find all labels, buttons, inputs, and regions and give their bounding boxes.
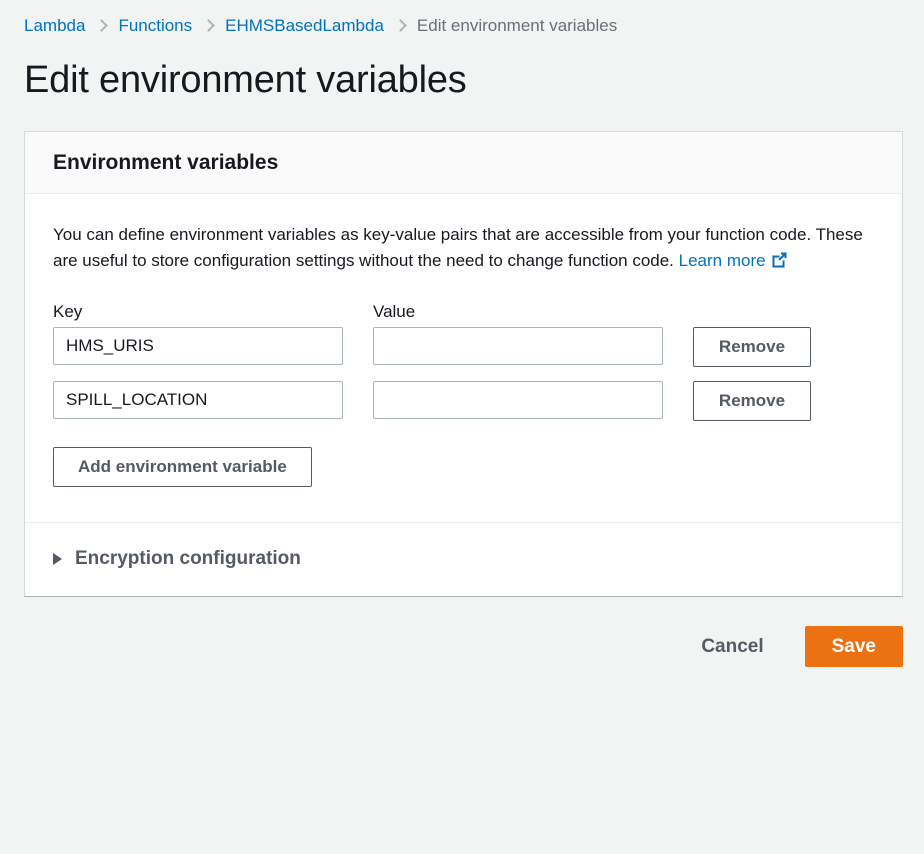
chevron-right-icon — [394, 19, 407, 32]
breadcrumb-item-lambda[interactable]: Lambda — [24, 16, 85, 36]
card-body: You can define environment variables as … — [25, 194, 902, 596]
chevron-right-icon — [96, 19, 109, 32]
learn-more-label: Learn more — [679, 251, 766, 270]
card-header: Environment variables — [25, 132, 902, 194]
encryption-configuration-toggle[interactable]: Encryption configuration — [53, 523, 874, 596]
page-title: Edit environment variables — [24, 58, 924, 102]
add-environment-variable-button[interactable]: Add environment variable — [53, 447, 312, 487]
key-column-label: Key — [53, 302, 373, 322]
remove-button[interactable]: Remove — [693, 327, 811, 367]
environment-variable-row: Remove — [53, 381, 874, 421]
breadcrumb-item-function-name[interactable]: EHMSBasedLambda — [225, 16, 384, 36]
environment-variables-card: Environment variables You can define env… — [24, 131, 903, 597]
value-column-label: Value — [373, 302, 415, 322]
external-link-icon — [771, 250, 788, 276]
kv-column-labels: Key Value — [53, 302, 874, 322]
card-description: You can define environment variables as … — [53, 222, 863, 276]
key-input[interactable] — [53, 327, 343, 365]
form-actions: Cancel Save — [24, 626, 903, 667]
value-input[interactable] — [373, 381, 663, 419]
card-title: Environment variables — [53, 151, 874, 175]
environment-variable-row: Remove — [53, 327, 874, 367]
breadcrumb-item-functions[interactable]: Functions — [118, 16, 192, 36]
breadcrumb-item-current: Edit environment variables — [417, 16, 617, 36]
encryption-configuration-label: Encryption configuration — [75, 548, 301, 570]
triangle-right-icon — [53, 553, 62, 565]
chevron-right-icon — [202, 19, 215, 32]
breadcrumb: Lambda Functions EHMSBasedLambda Edit en… — [0, 0, 924, 40]
save-button[interactable]: Save — [805, 626, 903, 667]
key-input[interactable] — [53, 381, 343, 419]
learn-more-link[interactable]: Learn more — [679, 251, 788, 270]
cancel-button[interactable]: Cancel — [682, 627, 782, 667]
remove-button[interactable]: Remove — [693, 381, 811, 421]
value-input[interactable] — [373, 327, 663, 365]
